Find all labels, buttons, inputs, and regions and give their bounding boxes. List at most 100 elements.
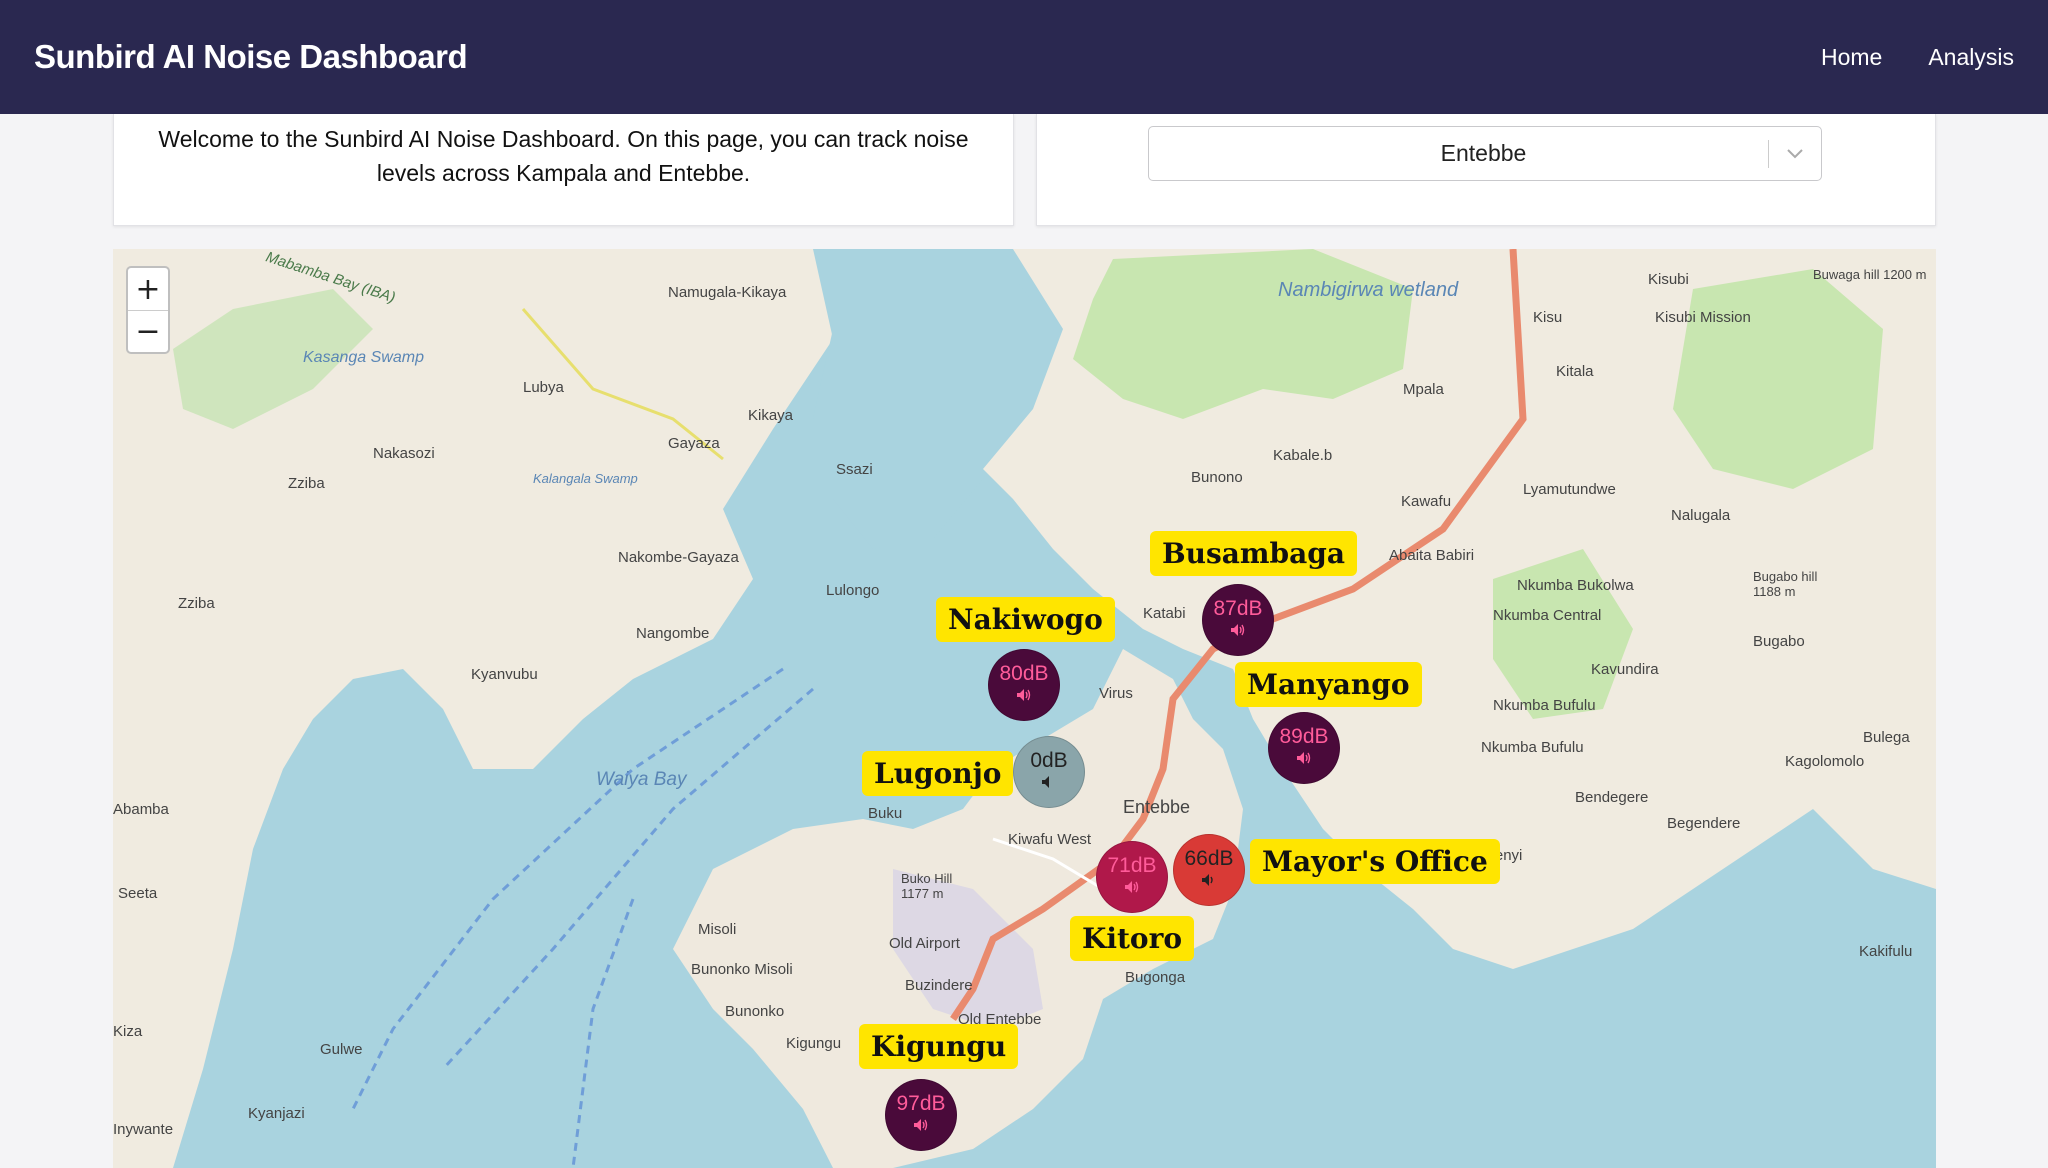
map-place-label: Bendegere <box>1575 789 1649 806</box>
speaker-icon <box>1230 623 1246 642</box>
map-place-label: Gayaza <box>668 435 720 452</box>
map-place-label: Buko Hill 1177 m <box>901 871 953 901</box>
map-place-label: Nalugala <box>1671 507 1731 524</box>
map-place-label: Bunonko <box>725 1003 785 1020</box>
map-place-label: Bunono <box>1191 469 1243 486</box>
noise-level-value: 89dB <box>1279 725 1329 748</box>
map-place-label: Zziba <box>178 595 215 612</box>
location-label-busambaga[interactable]: Busambaga <box>1150 531 1357 576</box>
map-place-label: Nangombe <box>636 625 710 642</box>
speaker-icon <box>1201 873 1217 892</box>
map-place-label: Kisubi Mission <box>1655 309 1751 326</box>
map-place-label: Lulongo <box>826 582 880 599</box>
app-title: Sunbird AI Noise Dashboard <box>34 38 468 75</box>
map-place-label: Nkumba Bufulu <box>1481 739 1584 756</box>
noise-level-value: 87dB <box>1213 597 1263 620</box>
location-select-value: Entebbe <box>1440 140 1527 166</box>
map-place-label: Kisubi <box>1648 271 1689 288</box>
map-place-label: Nkumba Bukolwa <box>1517 577 1634 594</box>
noise-marker-kigungu[interactable]: 97dB <box>885 1079 957 1151</box>
map-place-label: Nambigirwa wetland <box>1278 279 1459 301</box>
map-place-label: Namugala-Kikaya <box>668 284 787 301</box>
nav-links: Home Analysis <box>1821 44 2014 71</box>
map-place-label: Kawafu <box>1401 493 1452 510</box>
map-place-label: Abamba <box>113 801 169 818</box>
map-place-label: Bugabo hill 1188 m <box>1753 569 1818 599</box>
map-place-label: Kakifulu <box>1859 943 1913 960</box>
noise-level-value: 71dB <box>1107 854 1157 877</box>
map-place-label: Lyamutundwe <box>1523 481 1616 498</box>
zoom-in-button[interactable]: + <box>128 268 168 310</box>
map-place-label: Kiwafu West <box>1008 831 1092 848</box>
noise-level-value: 97dB <box>896 1092 946 1115</box>
noise-marker-kitoro[interactable]: 71dB <box>1096 841 1168 913</box>
map-place-label: Zziba <box>288 475 325 492</box>
map-place-label: Kasanga Swamp <box>303 349 424 366</box>
map-place-label: Bunonko Misoli <box>691 961 793 978</box>
speaker-icon <box>1041 775 1057 794</box>
map-place-label: Bugonga <box>1125 969 1186 986</box>
noise-level-value: 0dB <box>1030 749 1068 772</box>
map-place-label: Begendere <box>1667 815 1741 832</box>
speaker-icon <box>1016 688 1032 707</box>
map-place-label: Kavundira <box>1591 661 1659 678</box>
map-place-label: Inywante <box>113 1121 174 1138</box>
map-place-label: Buwaga hill 1200 m <box>1813 267 1927 282</box>
map-place-label: Nkumba Central <box>1493 607 1602 624</box>
location-select[interactable]: Entebbe <box>1148 126 1822 181</box>
location-label-manyango[interactable]: Manyango <box>1235 662 1422 707</box>
map-place-label: Gulwe <box>320 1041 363 1058</box>
noise-level-value: 66dB <box>1184 847 1234 870</box>
map-place-label: Kyanvubu <box>471 666 538 683</box>
location-label-nakiwogo[interactable]: Nakiwogo <box>936 597 1115 642</box>
map-place-label: Seeta <box>118 885 158 902</box>
map-place-label: Kitala <box>1556 363 1594 380</box>
map-place-label: Bulega <box>1863 729 1910 746</box>
noise-marker-lugonjo[interactable]: 0dB <box>1013 736 1085 808</box>
top-navbar: Sunbird AI Noise Dashboard Home Analysis <box>0 0 2048 114</box>
map-place-label: Virus <box>1099 685 1133 702</box>
map-place-label: Mpala <box>1403 381 1444 398</box>
map-place-label: Buzindere <box>905 977 973 994</box>
map-place-label: Old Airport <box>889 935 960 952</box>
noise-map[interactable]: + − Mabamba Bay (IBA) Kasanga Swamp Namu… <box>113 249 1936 1168</box>
noise-marker-busambaga[interactable]: 87dB <box>1202 584 1274 656</box>
location-label-kigungu[interactable]: Kigungu <box>859 1024 1019 1069</box>
speaker-icon <box>1124 880 1140 899</box>
map-place-label: Kisu <box>1533 309 1563 326</box>
map-place-label: Abaita Babiri <box>1389 547 1475 564</box>
map-place-label: Misoli <box>698 921 737 938</box>
map-place-label: Entebbe <box>1123 797 1191 817</box>
map-place-label: Nkumba Bufulu <box>1493 697 1596 714</box>
noise-marker-manyango[interactable]: 89dB <box>1268 712 1340 784</box>
noise-level-value: 80dB <box>999 662 1049 685</box>
map-place-label: Bugabo <box>1753 633 1805 650</box>
map-place-label: Kagolomolo <box>1785 753 1865 770</box>
map-place-label: Nakasozi <box>373 445 435 462</box>
noise-marker-nakiwogo[interactable]: 80dB <box>988 649 1060 721</box>
nav-home-link[interactable]: Home <box>1821 44 1882 71</box>
zoom-out-button[interactable]: − <box>128 310 168 352</box>
location-label-lugonjo[interactable]: Lugonjo <box>862 751 1014 796</box>
map-place-label: Waiya Bay <box>596 769 687 790</box>
chevron-down-icon[interactable] <box>1769 148 1821 160</box>
map-place-label: Kyanjazi <box>248 1105 305 1122</box>
map-place-label: Kikaya <box>748 407 794 424</box>
welcome-card: Welcome to the Sunbird AI Noise Dashboar… <box>113 114 1014 226</box>
map-place-label: Nakombe-Gayaza <box>618 549 739 566</box>
speaker-icon <box>1296 751 1312 770</box>
map-place-label: Lubya <box>523 379 564 396</box>
map-place-label: Katabi <box>1143 605 1186 622</box>
map-place-label: Kiza <box>113 1023 143 1040</box>
location-select-card: Entebbe <box>1036 114 1936 226</box>
speaker-icon <box>913 1118 929 1137</box>
map-place-label: Kabale.b <box>1273 447 1333 464</box>
welcome-text: Welcome to the Sunbird AI Noise Dashboar… <box>158 126 969 186</box>
location-label-mayors-office[interactable]: Mayor's Office <box>1250 839 1500 884</box>
map-place-label: Kigungu <box>786 1035 842 1052</box>
location-label-kitoro[interactable]: Kitoro <box>1070 916 1195 961</box>
nav-analysis-link[interactable]: Analysis <box>1928 44 2014 71</box>
map-place-label: Ssazi <box>836 461 873 478</box>
noise-marker-mayors-office[interactable]: 66dB <box>1173 834 1245 906</box>
map-place-label: Kalangala Swamp <box>533 471 638 486</box>
